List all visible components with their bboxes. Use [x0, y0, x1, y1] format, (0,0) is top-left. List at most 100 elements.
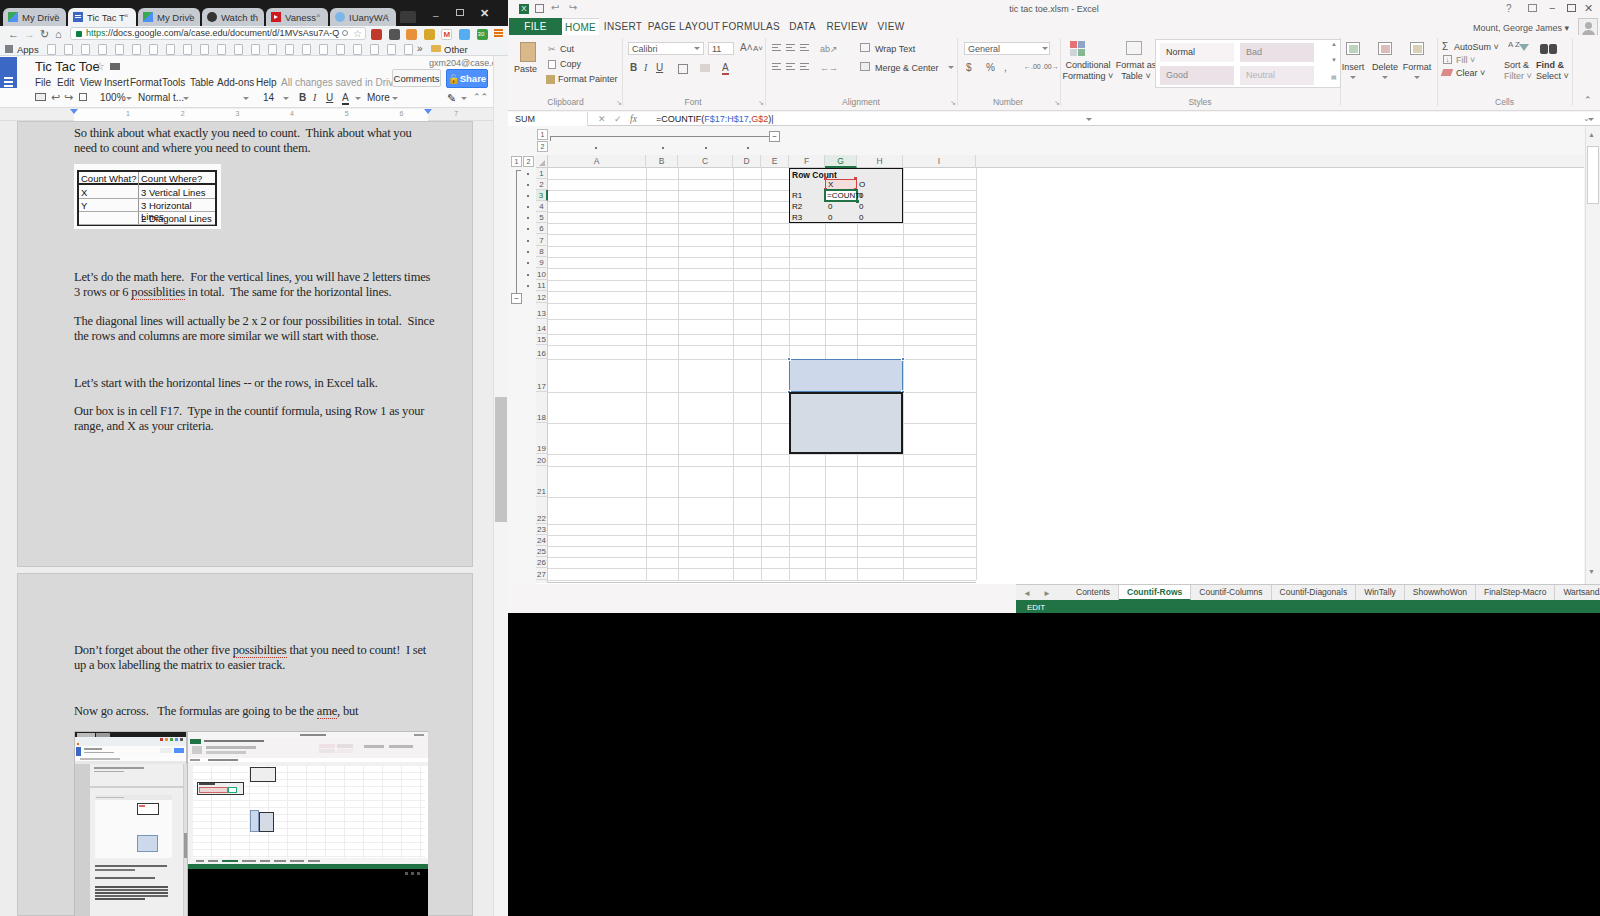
- style-bad[interactable]: Bad: [1240, 43, 1314, 62]
- row-header-12[interactable]: 12: [536, 291, 548, 303]
- bookmark-item[interactable]: [353, 44, 362, 55]
- extension-icon[interactable]: [406, 29, 417, 40]
- back-button[interactable]: ←: [8, 28, 19, 40]
- format-button[interactable]: Format: [1400, 62, 1434, 72]
- format-painter-button[interactable]: Format Painter: [558, 74, 618, 84]
- menu-tools[interactable]: Tools: [162, 77, 185, 88]
- sort-filter-button2[interactable]: Filter ˅: [1504, 71, 1532, 81]
- bookmark-item[interactable]: [302, 44, 311, 55]
- extension-icon[interactable]: [459, 29, 470, 40]
- redo-icon[interactable]: ↪: [64, 91, 73, 104]
- wrap-text-button[interactable]: Wrap Text: [875, 44, 915, 54]
- insert-button[interactable]: Insert: [1336, 62, 1370, 72]
- row-header-10[interactable]: 10: [536, 268, 548, 280]
- undo-icon[interactable]: ↩: [51, 91, 60, 104]
- column-header-F[interactable]: F: [789, 155, 825, 168]
- row-outline-collapse[interactable]: −: [511, 293, 522, 304]
- underline-button[interactable]: U: [326, 92, 333, 103]
- chrome-minimize-button[interactable]: –: [433, 10, 439, 21]
- currency-icon[interactable]: $: [966, 62, 972, 73]
- menu-add-ons[interactable]: Add-ons: [217, 77, 254, 88]
- bold-button[interactable]: B: [630, 62, 637, 73]
- fill-color-icon[interactable]: [700, 64, 710, 72]
- col-outline-collapse[interactable]: −: [769, 131, 780, 142]
- find-select-button[interactable]: Find &: [1536, 60, 1564, 70]
- dialog-launcher[interactable]: ↘: [1054, 99, 1060, 107]
- column-header-I[interactable]: I: [903, 155, 976, 168]
- sort-filter-button[interactable]: Sort &: [1504, 60, 1529, 70]
- extension-icon[interactable]: [389, 29, 400, 40]
- formula-input[interactable]: =COUNTIF(F$17:H$17,G$2)|: [656, 112, 774, 126]
- row-header-14[interactable]: 14: [536, 319, 548, 334]
- dialog-launcher[interactable]: ↘: [950, 99, 956, 107]
- font-name-select[interactable]: Calibri: [628, 42, 704, 55]
- menu-format[interactable]: Format: [130, 77, 162, 88]
- increase-decimal-icon[interactable]: ←.00: [1024, 63, 1041, 70]
- bookmark-item[interactable]: [200, 44, 209, 55]
- bookmark-item[interactable]: [370, 44, 379, 55]
- bookmark-item[interactable]: [336, 44, 345, 55]
- print-icon[interactable]: [35, 93, 46, 101]
- column-header-G[interactable]: G: [825, 155, 857, 168]
- ribbon-tab-formulas[interactable]: FORMULAS: [721, 18, 781, 35]
- row-header-26[interactable]: 26: [536, 557, 548, 568]
- bookmark-item[interactable]: [404, 44, 413, 55]
- merge-center-button[interactable]: Merge & Center: [875, 63, 939, 73]
- row-header-11[interactable]: 11: [536, 280, 548, 291]
- minimize-button[interactable]: −: [1549, 2, 1555, 14]
- bookmark-item[interactable]: [115, 44, 124, 55]
- row-header-21[interactable]: 21: [536, 466, 548, 497]
- tab-close-icon[interactable]: ×: [54, 11, 59, 20]
- row-header-17[interactable]: 17: [536, 359, 548, 392]
- enter-icon[interactable]: ✓: [614, 112, 622, 126]
- align-icon[interactable]: [786, 44, 795, 52]
- bookmark-item[interactable]: [47, 44, 56, 55]
- formula-expand-icon[interactable]: ⌄: [1583, 114, 1590, 123]
- doc-scrollbar-thumb[interactable]: [495, 397, 507, 522]
- edit-mode-icon[interactable]: ✎: [447, 92, 456, 105]
- row-header-4[interactable]: 4: [536, 201, 548, 212]
- apps-label[interactable]: Apps: [17, 44, 39, 55]
- v-scroll-thumb[interactable]: [1587, 146, 1599, 204]
- style-normal[interactable]: Normal: [1160, 43, 1234, 62]
- column-header-H[interactable]: H: [857, 155, 903, 168]
- font-size-select[interactable]: 11: [708, 42, 734, 55]
- sheet-tab-countif-diagonals[interactable]: Countif-Diagonals: [1272, 585, 1357, 601]
- align-icon[interactable]: [786, 63, 795, 71]
- row-header-2[interactable]: 2: [536, 179, 548, 190]
- indent-icons[interactable]: ←→: [820, 63, 838, 73]
- home-button[interactable]: ⌂: [55, 28, 62, 40]
- star-icon[interactable]: ☆: [95, 60, 105, 73]
- extension-icon[interactable]: 30: [477, 29, 488, 40]
- underline-button[interactable]: U: [656, 62, 663, 73]
- sheet-tab-wartsandall[interactable]: WartsandAll: [1555, 585, 1600, 601]
- row-header-23[interactable]: 23: [536, 524, 548, 535]
- comments-button[interactable]: Comments: [392, 69, 441, 87]
- browser-tab[interactable]: IUanyWA×: [330, 8, 396, 26]
- tab-close-icon[interactable]: ×: [124, 11, 129, 20]
- paint-format-icon[interactable]: [79, 93, 87, 101]
- collapse-ribbon-icon[interactable]: ⌃: [1584, 95, 1592, 105]
- row-outline-level-1[interactable]: 1: [511, 156, 522, 167]
- row-header-5[interactable]: 5: [536, 212, 548, 223]
- bookmark-item[interactable]: [98, 44, 107, 55]
- row-header-9[interactable]: 9: [536, 257, 548, 268]
- bookmark-item[interactable]: [81, 44, 90, 55]
- ribbon-tab-view[interactable]: VIEW: [870, 18, 912, 35]
- row-header-7[interactable]: 7: [536, 234, 548, 246]
- font-color-icon[interactable]: A: [722, 62, 729, 75]
- browser-tab[interactable]: Tic Tac T×: [68, 8, 136, 26]
- zoom-select[interactable]: 100%: [100, 92, 126, 103]
- new-tab-button[interactable]: [400, 11, 416, 23]
- orientation-icon[interactable]: ab↗: [820, 44, 838, 54]
- extension-icon[interactable]: [424, 29, 435, 40]
- bookmark-item[interactable]: [166, 44, 175, 55]
- percent-icon[interactable]: %: [986, 62, 995, 73]
- bookmark-item[interactable]: [132, 44, 141, 55]
- col-outline-level-2[interactable]: 2: [537, 141, 548, 152]
- bold-button[interactable]: B: [299, 92, 306, 103]
- ribbon-tab-data[interactable]: DATA: [781, 18, 824, 35]
- sheet-tab-wintally[interactable]: WinTally: [1356, 585, 1405, 601]
- bookmark-item[interactable]: [183, 44, 192, 55]
- menu-edit[interactable]: Edit: [57, 77, 74, 88]
